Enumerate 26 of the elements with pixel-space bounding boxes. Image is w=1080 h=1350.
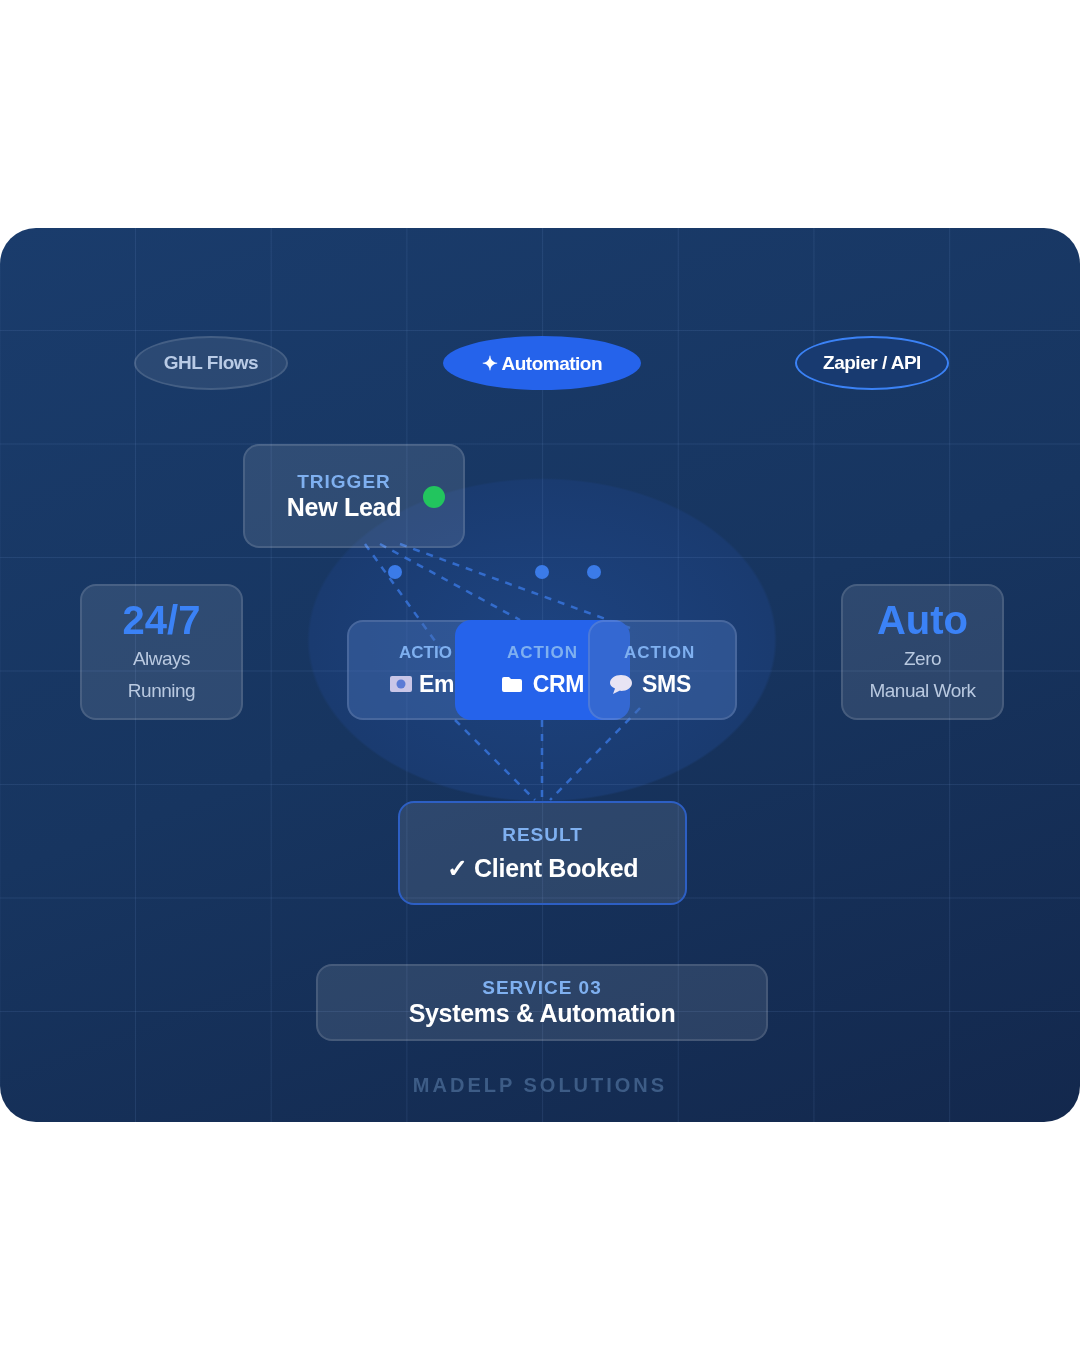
node-dot (388, 565, 402, 579)
action-name: Em (419, 670, 455, 698)
node-dot (587, 565, 601, 579)
tag-pill: ✦ Automation (443, 336, 641, 390)
stat-caption: Zero (903, 647, 942, 671)
action-label: ACTION (506, 642, 579, 663)
service-label: SERVICE 03 (482, 977, 602, 999)
trigger-label: TRIGGER (297, 470, 391, 493)
result-title: ✓ Client Booked (446, 853, 639, 883)
stat-caption: Always (132, 647, 191, 671)
tag-pill: GHL Flows (134, 336, 288, 390)
action-label: ACTIO (398, 642, 452, 663)
result-label: RESULT (502, 823, 583, 846)
stat-value: 24/7 (122, 597, 201, 643)
stat-caption: Running (127, 679, 196, 703)
action-name: CRM (532, 670, 585, 698)
tag-pill: Zapier / API (795, 336, 949, 390)
speech-bubble-icon (610, 674, 632, 694)
folder-icon (500, 675, 523, 693)
trigger-title: New Lead (286, 492, 402, 522)
node-dot (535, 565, 549, 579)
service-title: Systems & Automation (408, 999, 676, 1028)
stat-value: Auto (876, 597, 969, 643)
action-name: SMS (642, 670, 691, 698)
stat-caption: Manual Work (869, 679, 976, 703)
envelope-icon (389, 675, 413, 693)
